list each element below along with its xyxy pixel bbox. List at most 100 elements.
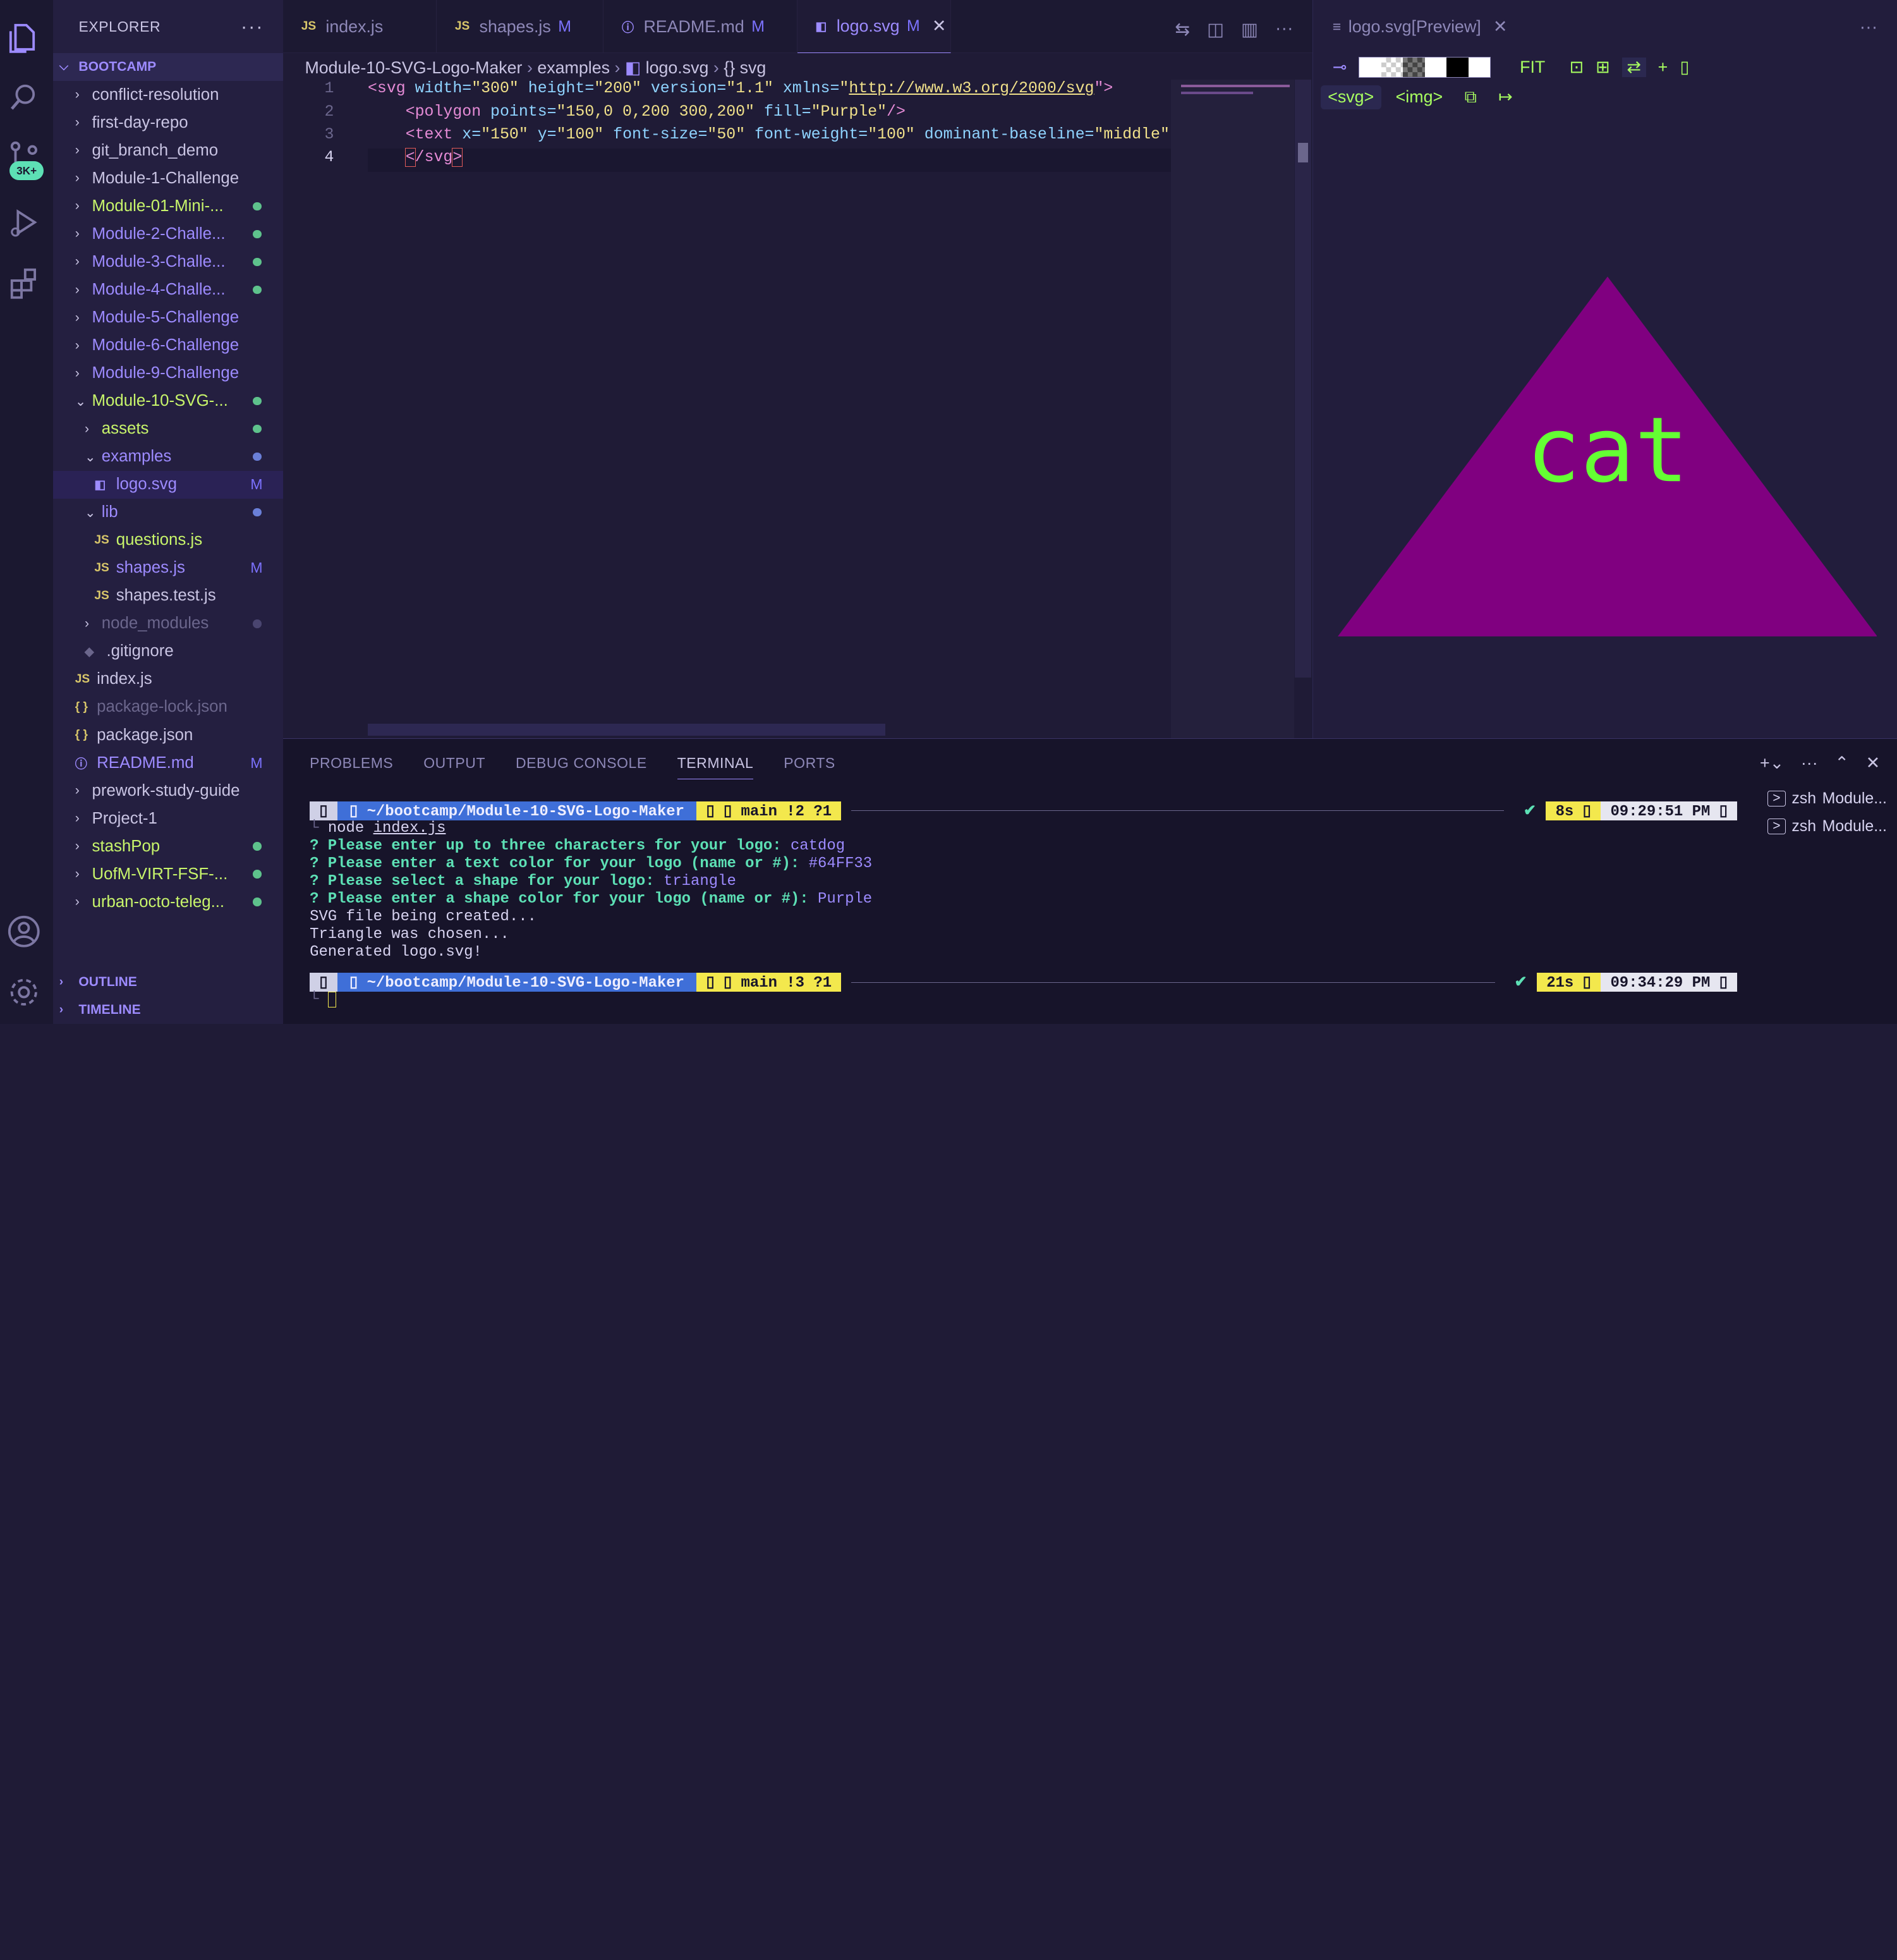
open-preview-icon[interactable]: ◫ bbox=[1207, 18, 1224, 40]
swatch-dark-checker[interactable] bbox=[1403, 57, 1425, 77]
tree-item[interactable]: › stashPop bbox=[53, 832, 283, 860]
swap-icon[interactable]: ⇄ bbox=[1621, 57, 1646, 77]
tree-item[interactable]: ⓘ README.md M bbox=[53, 749, 283, 777]
tree-item[interactable]: › urban-octo-teleg... bbox=[53, 888, 283, 916]
js-file-icon: JS bbox=[94, 588, 109, 602]
more-actions-icon[interactable]: ··· bbox=[1275, 18, 1294, 40]
tree-item[interactable]: › Module-1-Challenge bbox=[53, 164, 283, 192]
timeline-section[interactable]: › TIMELINE bbox=[53, 996, 283, 1024]
tree-item[interactable]: › node_modules bbox=[53, 610, 283, 638]
tree-item[interactable]: › Module-5-Challenge bbox=[53, 304, 283, 332]
background-swatches[interactable] bbox=[1359, 56, 1491, 78]
tree-item-label: shapes.test.js bbox=[116, 587, 216, 605]
tree-item[interactable]: ⌄ lib bbox=[53, 499, 283, 527]
more-actions-icon[interactable]: ··· bbox=[1801, 753, 1818, 773]
vertical-scrollbar[interactable] bbox=[1294, 80, 1312, 678]
breadcrumb-subfolder[interactable]: examples bbox=[537, 58, 610, 77]
modified-badge: M bbox=[250, 476, 263, 493]
tree-item[interactable]: › Module-4-Challe... bbox=[53, 276, 283, 303]
swatch-checker[interactable] bbox=[1381, 57, 1403, 77]
chevron-right-icon: › bbox=[85, 421, 90, 436]
search-icon[interactable] bbox=[7, 82, 41, 116]
tree-item[interactable]: › UofM-VIRT-FSF-... bbox=[53, 860, 283, 888]
tree-item[interactable]: ◧ logo.svg M bbox=[53, 470, 283, 499]
maximize-panel-icon[interactable]: ⌃ bbox=[1834, 753, 1848, 773]
outline-section[interactable]: › OUTLINE bbox=[53, 968, 283, 996]
panel-tab-debug-console[interactable]: DEBUG CONSOLE bbox=[516, 755, 647, 779]
tree-item[interactable]: ⌄ Module-10-SVG-... bbox=[53, 387, 283, 415]
expand-icon[interactable]: ↦ bbox=[1491, 85, 1520, 110]
close-panel-icon[interactable]: ✕ bbox=[1866, 753, 1880, 773]
panel-tab-output[interactable]: OUTPUT bbox=[423, 755, 485, 779]
editor-tab[interactable]: ⓘ README.md M bbox=[603, 0, 797, 54]
close-icon[interactable]: ✕ bbox=[932, 16, 946, 36]
terminal-instance[interactable]: > zsh Module... bbox=[1765, 785, 1897, 813]
command-file-link[interactable]: index.js bbox=[373, 820, 446, 837]
swatch-white-3[interactable] bbox=[1468, 57, 1491, 77]
tree-item[interactable]: › git_branch_demo bbox=[53, 137, 283, 164]
zoom-fit-icon[interactable]: ⊡ bbox=[1570, 58, 1584, 77]
swatch-black[interactable] bbox=[1446, 57, 1469, 77]
tree-item[interactable]: › Module-2-Challe... bbox=[53, 220, 283, 248]
preview-tab[interactable]: ≡ logo.svg[Preview] ✕ bbox=[1313, 0, 1508, 53]
tree-item[interactable]: { } package-lock.json bbox=[53, 693, 283, 721]
panel-tab-ports[interactable]: PORTS bbox=[784, 755, 835, 779]
tree-item[interactable]: JS shapes.test.js bbox=[53, 582, 283, 610]
more-actions-icon[interactable]: ··· bbox=[1860, 17, 1878, 38]
close-icon[interactable]: ✕ bbox=[1493, 17, 1507, 37]
settings-gear-icon[interactable] bbox=[7, 975, 41, 1009]
chevron-right-icon: › bbox=[75, 143, 80, 158]
terminal-output[interactable]: ▯ ▯ ~/bootcamp/Module-10-SVG-Logo-Maker … bbox=[310, 801, 1738, 1009]
chevron-right-icon: › bbox=[75, 198, 80, 214]
breadcrumb-folder[interactable]: Module-10-SVG-Logo-Maker bbox=[305, 58, 522, 77]
editor-tab[interactable]: JS index.js bbox=[283, 0, 437, 54]
breadcrumb-symbol[interactable]: {} svg bbox=[724, 58, 766, 77]
zoom-in-icon[interactable]: + bbox=[1658, 58, 1668, 77]
tree-item[interactable]: JS questions.js bbox=[53, 527, 283, 554]
tree-item[interactable]: JS index.js bbox=[53, 666, 283, 693]
more-actions-icon[interactable]: ··· bbox=[241, 16, 264, 38]
copy-icon[interactable]: ⧉ bbox=[1457, 85, 1484, 110]
tree-item[interactable]: › Project-1 bbox=[53, 805, 283, 832]
split-editor-icon[interactable]: ▥ bbox=[1241, 18, 1258, 40]
tree-item[interactable]: › Module-6-Challenge bbox=[53, 332, 283, 360]
tree-item[interactable]: { } package.json bbox=[53, 721, 283, 749]
svg-mode-button[interactable]: <svg> bbox=[1320, 85, 1381, 110]
terminal-instance[interactable]: > zsh Module... bbox=[1765, 813, 1897, 841]
tree-item[interactable]: ⌄ examples bbox=[53, 443, 283, 471]
tree-item[interactable]: › conflict-resolution bbox=[53, 81, 283, 109]
tree-item[interactable]: › prework-study-guide bbox=[53, 777, 283, 805]
account-icon[interactable] bbox=[7, 915, 41, 949]
fit-button[interactable]: FIT bbox=[1520, 58, 1545, 77]
open-file-icon[interactable]: ▯ bbox=[1680, 58, 1689, 77]
img-mode-button[interactable]: <img> bbox=[1388, 85, 1450, 110]
tree-item[interactable]: › Module-9-Challenge bbox=[53, 360, 283, 387]
minimap[interactable] bbox=[1171, 80, 1295, 738]
xmlns-link[interactable]: http://www.w3.org/2000/svg bbox=[849, 80, 1094, 97]
editor-tab[interactable]: JS shapes.js M bbox=[437, 0, 604, 54]
explorer-icon[interactable] bbox=[7, 21, 41, 56]
editor-tab[interactable]: ◧ logo.svg M ✕ bbox=[797, 0, 951, 54]
tree-item[interactable]: › Module-3-Challe... bbox=[53, 248, 283, 276]
run-debug-icon[interactable] bbox=[7, 205, 41, 240]
workspace-root[interactable]: ⌵ BOOTCAMP bbox=[53, 53, 283, 82]
panel-tab-terminal[interactable]: TERMINAL bbox=[677, 755, 754, 780]
tree-item-label: Module-3-Challe... bbox=[92, 252, 226, 271]
compare-changes-icon[interactable]: ⇆ bbox=[1175, 18, 1190, 40]
chevron-right-icon: › bbox=[59, 975, 64, 989]
tree-item[interactable]: JS shapes.js M bbox=[53, 554, 283, 582]
panel-tab-problems[interactable]: PROBLEMS bbox=[310, 755, 393, 779]
swatch-white[interactable] bbox=[1359, 57, 1381, 77]
code-area[interactable]: <svg width="300" height="200" version="1… bbox=[367, 80, 1172, 172]
pin-icon[interactable]: ⊸ bbox=[1333, 58, 1347, 77]
zoom-actual-icon[interactable]: ⊞ bbox=[1596, 58, 1609, 77]
tree-item[interactable]: › assets bbox=[53, 415, 283, 443]
tree-item[interactable]: › Module-01-Mini-... bbox=[53, 192, 283, 220]
extensions-icon[interactable] bbox=[7, 266, 41, 300]
new-terminal-icon[interactable]: +⌄ bbox=[1760, 753, 1784, 773]
tree-item[interactable]: ◆ .gitignore bbox=[53, 638, 283, 666]
tree-item[interactable]: › first-day-repo bbox=[53, 109, 283, 137]
horizontal-scrollbar[interactable] bbox=[367, 723, 886, 736]
breadcrumb-file[interactable]: logo.svg bbox=[646, 58, 709, 77]
swatch-white-2[interactable] bbox=[1424, 57, 1447, 77]
